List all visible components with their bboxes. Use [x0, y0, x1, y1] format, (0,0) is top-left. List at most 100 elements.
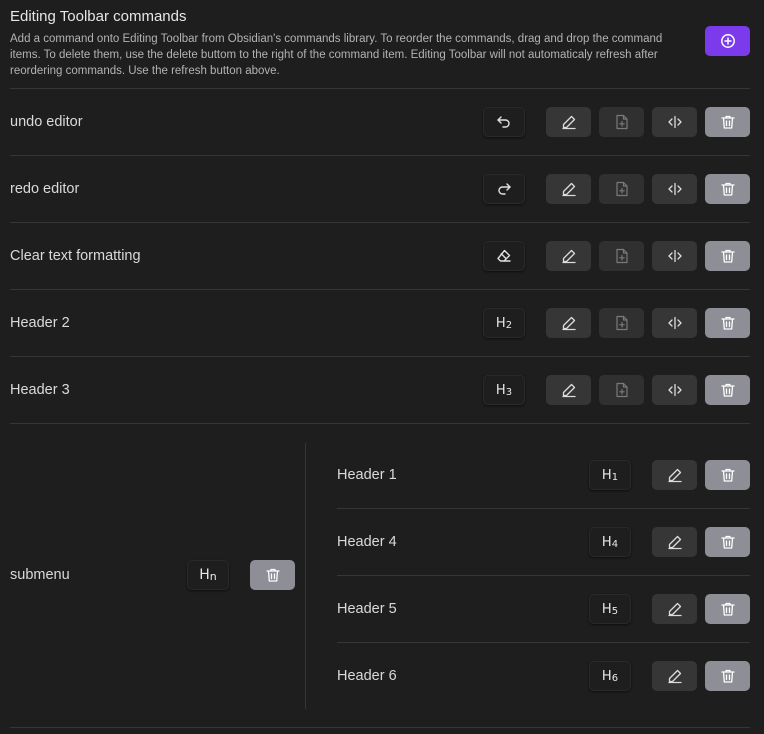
pencil-icon	[561, 316, 576, 331]
trash-icon	[720, 602, 735, 616]
delete-button[interactable]	[705, 527, 750, 557]
trash-icon	[720, 468, 735, 482]
delete-button[interactable]	[705, 308, 750, 338]
redo-icon	[498, 183, 511, 195]
code-split-icon	[667, 249, 682, 263]
pencil-icon	[561, 383, 576, 398]
trash-icon	[720, 316, 735, 330]
divider	[10, 88, 750, 89]
submenu-label: submenu	[10, 567, 70, 583]
file-plus-icon	[615, 181, 628, 197]
file-plus-icon	[615, 248, 628, 264]
plus-circle-icon	[720, 34, 735, 48]
delete-button[interactable]	[705, 174, 750, 204]
divider	[10, 222, 750, 223]
delete-button[interactable]	[705, 594, 750, 624]
h2-icon: H2	[495, 315, 513, 331]
settings-header: Editing Toolbar commands Add a command o…	[10, 8, 690, 79]
move-button[interactable]	[652, 107, 697, 137]
add-to-submenu-button[interactable]	[599, 375, 644, 405]
command-label: undo editor	[10, 114, 83, 130]
add-command-button[interactable]	[705, 26, 750, 56]
submenu-icon-picker[interactable]: Hn	[187, 560, 229, 590]
pencil-icon	[667, 669, 682, 684]
delete-button[interactable]	[705, 241, 750, 271]
move-button[interactable]	[652, 241, 697, 271]
divider	[10, 727, 750, 728]
code-split-icon	[667, 383, 682, 397]
add-to-submenu-button[interactable]	[599, 107, 644, 137]
trash-icon	[720, 115, 735, 129]
file-plus-icon	[615, 382, 628, 398]
trash-icon	[720, 535, 735, 549]
edit-button[interactable]	[546, 241, 591, 271]
h4-icon: H4	[601, 534, 619, 550]
edit-button[interactable]	[652, 661, 697, 691]
command-icon-picker[interactable]: H5	[589, 594, 631, 624]
pencil-icon	[561, 249, 576, 264]
command-label: Header 4	[337, 534, 397, 550]
add-to-submenu-button[interactable]	[599, 308, 644, 338]
command-label: Header 1	[337, 467, 397, 483]
divider	[10, 155, 750, 156]
move-button[interactable]	[652, 375, 697, 405]
command-icon-picker[interactable]: H6	[589, 661, 631, 691]
command-icon-picker[interactable]	[483, 241, 525, 271]
eraser-icon	[497, 249, 511, 262]
command-icon-picker[interactable]: H3	[483, 375, 525, 405]
edit-button[interactable]	[652, 527, 697, 557]
h6-icon: H6	[601, 668, 619, 684]
trash-icon	[720, 383, 735, 397]
add-to-submenu-button[interactable]	[599, 241, 644, 271]
h1-icon: H1	[601, 467, 619, 483]
file-plus-icon	[615, 315, 628, 331]
trash-icon	[265, 568, 280, 582]
trash-icon	[720, 182, 735, 196]
move-button[interactable]	[652, 174, 697, 204]
command-label: Clear text formatting	[10, 248, 141, 264]
edit-button[interactable]	[652, 594, 697, 624]
delete-button[interactable]	[705, 375, 750, 405]
edit-button[interactable]	[546, 107, 591, 137]
section-title: Editing Toolbar commands	[10, 8, 187, 25]
pencil-icon	[667, 468, 682, 483]
divider	[10, 356, 750, 357]
edit-button[interactable]	[546, 308, 591, 338]
command-icon-picker[interactable]: H1	[589, 460, 631, 490]
pencil-icon	[561, 182, 576, 197]
command-label: Header 2	[10, 315, 70, 331]
command-label: Header 3	[10, 382, 70, 398]
move-button[interactable]	[652, 308, 697, 338]
hn-icon: Hn	[199, 567, 217, 583]
submenu-divider	[305, 443, 306, 709]
divider	[337, 575, 750, 576]
delete-button[interactable]	[705, 460, 750, 490]
code-split-icon	[667, 316, 682, 330]
command-label: Header 5	[337, 601, 397, 617]
edit-button[interactable]	[652, 460, 697, 490]
code-split-icon	[667, 182, 682, 196]
command-icon-picker[interactable]	[483, 174, 525, 204]
code-split-icon	[667, 115, 682, 129]
pencil-icon	[667, 602, 682, 617]
h5-icon: H5	[601, 601, 619, 617]
command-icon-picker[interactable]	[483, 107, 525, 137]
pencil-icon	[667, 535, 682, 550]
edit-button[interactable]	[546, 375, 591, 405]
section-description: Add a command onto Editing Toolbar from …	[10, 33, 663, 77]
delete-button[interactable]	[705, 107, 750, 137]
command-icon-picker[interactable]: H4	[589, 527, 631, 557]
command-label: Header 6	[337, 668, 397, 684]
trash-icon	[720, 249, 735, 263]
divider	[10, 289, 750, 290]
delete-button[interactable]	[250, 560, 295, 590]
trash-icon	[720, 669, 735, 683]
add-to-submenu-button[interactable]	[599, 174, 644, 204]
divider	[337, 508, 750, 509]
h3-icon: H3	[495, 382, 513, 398]
edit-button[interactable]	[546, 174, 591, 204]
file-plus-icon	[615, 114, 628, 130]
delete-button[interactable]	[705, 661, 750, 691]
divider	[337, 642, 750, 643]
command-icon-picker[interactable]: H2	[483, 308, 525, 338]
